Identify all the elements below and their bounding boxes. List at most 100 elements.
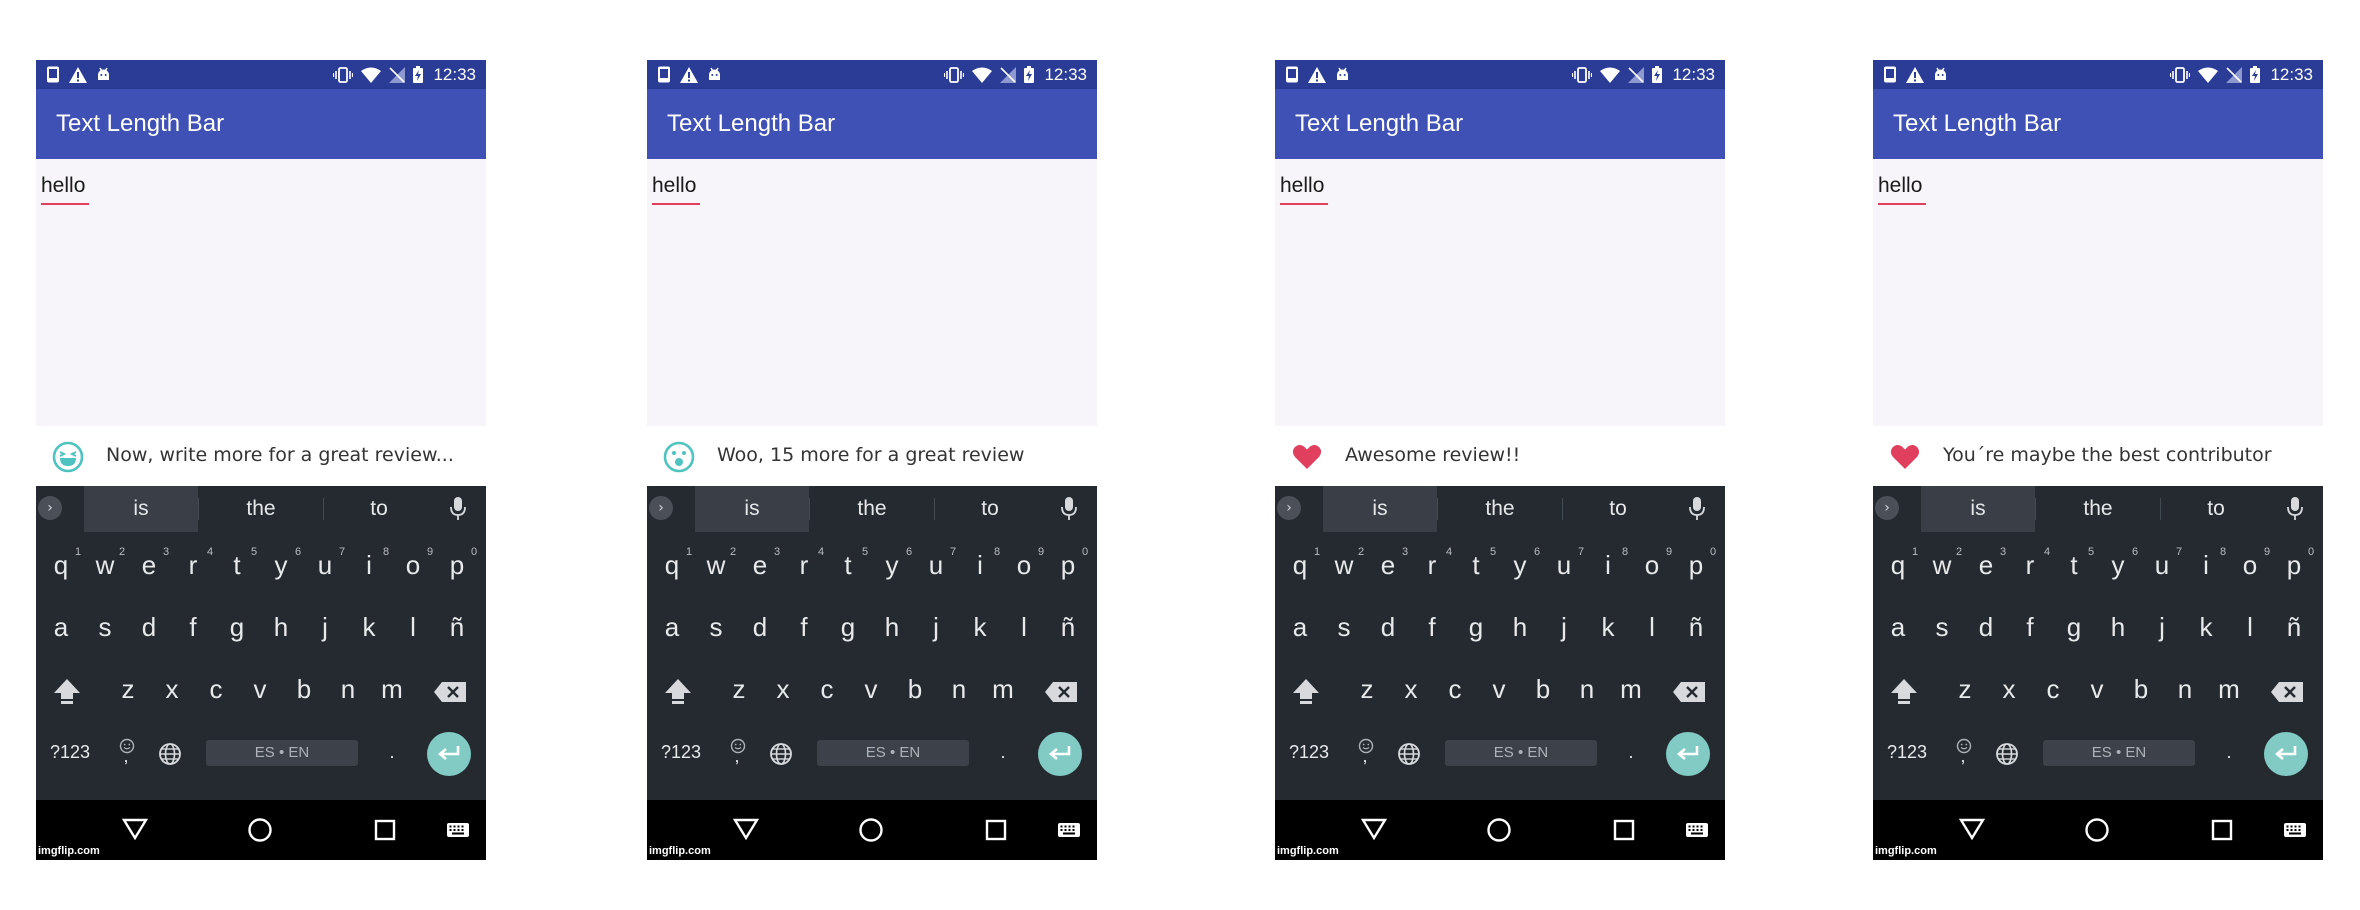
key-c[interactable]: c [805, 674, 849, 705]
key-g[interactable]: g [2052, 612, 2096, 643]
key-z[interactable]: z [1345, 674, 1389, 705]
key-b[interactable]: b [1521, 674, 1565, 705]
symbols-key[interactable]: ?123 [1285, 742, 1333, 763]
language-globe-icon[interactable] [1397, 742, 1421, 766]
key-h[interactable]: h [259, 612, 303, 643]
key-c[interactable]: c [2031, 674, 2075, 705]
backspace-icon[interactable] [1672, 681, 1706, 703]
key-n[interactable]: n [326, 674, 370, 705]
suggestion-item[interactable]: the [1438, 486, 1562, 532]
key-b[interactable]: b [2119, 674, 2163, 705]
key-n[interactable]: n [2163, 674, 2207, 705]
period-key[interactable]: . [993, 742, 1013, 763]
suggestion-item[interactable]: is [1323, 486, 1437, 532]
key-v[interactable]: v [849, 674, 893, 705]
key-b[interactable]: b [893, 674, 937, 705]
key-l[interactable]: l [391, 612, 435, 643]
suggestion-item[interactable]: to [935, 486, 1045, 532]
shift-icon[interactable] [663, 677, 693, 705]
period-key[interactable]: . [1621, 742, 1641, 763]
keyboard-switch-icon[interactable] [1685, 822, 1709, 838]
recents-square-icon[interactable] [374, 819, 396, 841]
recents-square-icon[interactable] [985, 819, 1007, 841]
key-k[interactable]: k [958, 612, 1002, 643]
key-n[interactable]: n [1565, 674, 1609, 705]
key-z[interactable]: z [1943, 674, 1987, 705]
key-s[interactable]: s [694, 612, 738, 643]
suggestion-item[interactable]: is [84, 486, 198, 532]
backspace-icon[interactable] [1044, 681, 1078, 703]
home-circle-icon[interactable] [858, 817, 884, 843]
shift-icon[interactable] [1291, 677, 1321, 705]
key-v[interactable]: v [2075, 674, 2119, 705]
keyboard-switch-icon[interactable] [446, 822, 470, 838]
key-d[interactable]: d [738, 612, 782, 643]
microphone-icon[interactable] [1059, 496, 1079, 522]
enter-button[interactable] [427, 732, 471, 776]
key-z[interactable]: z [717, 674, 761, 705]
back-triangle-icon[interactable] [1959, 817, 1985, 841]
key-x[interactable]: x [150, 674, 194, 705]
microphone-icon[interactable] [2285, 496, 2305, 522]
key-x[interactable]: x [1987, 674, 2031, 705]
comma-key[interactable]: , [118, 746, 134, 767]
expand-suggestions-icon[interactable]: › [649, 496, 673, 520]
comma-key[interactable]: , [1357, 746, 1373, 767]
key-j[interactable]: j [2140, 612, 2184, 643]
key-x[interactable]: x [1389, 674, 1433, 705]
enter-button[interactable] [2264, 732, 2308, 776]
key-ñ[interactable]: ñ [435, 612, 479, 643]
key-c[interactable]: c [194, 674, 238, 705]
expand-suggestions-icon[interactable]: › [38, 496, 62, 520]
key-z[interactable]: z [106, 674, 150, 705]
comma-key[interactable]: , [729, 746, 745, 767]
key-c[interactable]: c [1433, 674, 1477, 705]
review-input[interactable]: hello [1878, 174, 1922, 198]
expand-suggestions-icon[interactable]: › [1875, 496, 1899, 520]
shift-icon[interactable] [1889, 677, 1919, 705]
backspace-icon[interactable] [433, 681, 467, 703]
enter-button[interactable] [1666, 732, 1710, 776]
key-d[interactable]: d [1366, 612, 1410, 643]
language-globe-icon[interactable] [1995, 742, 2019, 766]
suggestion-item[interactable]: the [2036, 486, 2160, 532]
review-input[interactable]: hello [1280, 174, 1324, 198]
comma-key[interactable]: , [1955, 746, 1971, 767]
microphone-icon[interactable] [448, 496, 468, 522]
key-a[interactable]: a [1278, 612, 1322, 643]
key-g[interactable]: g [215, 612, 259, 643]
period-key[interactable]: . [2219, 742, 2239, 763]
shift-icon[interactable] [52, 677, 82, 705]
keyboard-switch-icon[interactable] [2283, 822, 2307, 838]
key-f[interactable]: f [1410, 612, 1454, 643]
key-b[interactable]: b [282, 674, 326, 705]
suggestion-item[interactable]: to [1563, 486, 1673, 532]
key-f[interactable]: f [782, 612, 826, 643]
key-d[interactable]: d [1964, 612, 2008, 643]
space-bar[interactable]: ES • EN [817, 740, 969, 766]
key-s[interactable]: s [1920, 612, 1964, 643]
home-circle-icon[interactable] [2084, 817, 2110, 843]
key-m[interactable]: m [981, 674, 1025, 705]
key-a[interactable]: a [39, 612, 83, 643]
key-m[interactable]: m [1609, 674, 1653, 705]
expand-suggestions-icon[interactable]: › [1277, 496, 1301, 520]
space-bar[interactable]: ES • EN [1445, 740, 1597, 766]
backspace-icon[interactable] [2270, 681, 2304, 703]
key-f[interactable]: f [2008, 612, 2052, 643]
recents-square-icon[interactable] [1613, 819, 1635, 841]
language-globe-icon[interactable] [158, 742, 182, 766]
key-h[interactable]: h [1498, 612, 1542, 643]
symbols-key[interactable]: ?123 [46, 742, 94, 763]
suggestion-item[interactable]: is [1921, 486, 2035, 532]
key-j[interactable]: j [914, 612, 958, 643]
microphone-icon[interactable] [1687, 496, 1707, 522]
home-circle-icon[interactable] [247, 817, 273, 843]
home-circle-icon[interactable] [1486, 817, 1512, 843]
key-a[interactable]: a [650, 612, 694, 643]
recents-square-icon[interactable] [2211, 819, 2233, 841]
back-triangle-icon[interactable] [122, 817, 148, 841]
key-a[interactable]: a [1876, 612, 1920, 643]
back-triangle-icon[interactable] [1361, 817, 1387, 841]
key-k[interactable]: k [347, 612, 391, 643]
